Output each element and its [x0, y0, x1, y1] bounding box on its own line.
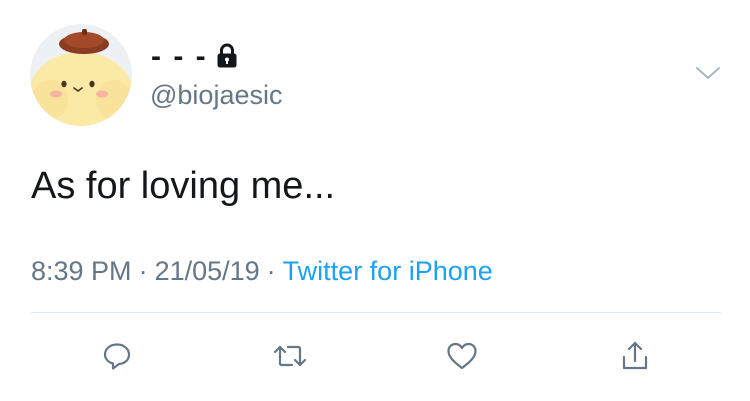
heart-icon	[447, 342, 477, 370]
pompompurin-avatar	[30, 24, 132, 126]
reply-icon	[103, 343, 131, 370]
lock-icon	[216, 43, 238, 74]
action-bar	[0, 330, 750, 380]
meta-separator: ·	[138, 256, 148, 286]
tweet-source-link[interactable]: Twitter for iPhone	[283, 256, 493, 286]
share-icon	[622, 341, 648, 370]
display-name-text: - - -	[151, 40, 208, 73]
meta-separator: ·	[266, 256, 276, 286]
chevron-down-icon[interactable]	[694, 62, 722, 84]
tweet-date: 21/05/19	[154, 256, 260, 286]
divider	[31, 312, 721, 313]
display-name[interactable]: - - -	[151, 40, 238, 74]
share-button[interactable]	[613, 334, 657, 378]
reply-button[interactable]	[95, 334, 139, 378]
avatar[interactable]	[30, 24, 132, 126]
author-handle[interactable]: @biojaesic	[150, 78, 282, 112]
retweet-icon	[273, 345, 307, 367]
tweet-meta: 8:39 PM · 21/05/19 · Twitter for iPhone	[31, 253, 493, 289]
tweet-time: 8:39 PM	[31, 256, 132, 286]
like-button[interactable]	[440, 334, 484, 378]
tweet-text: As for loving me...	[31, 165, 336, 207]
retweet-button[interactable]	[268, 334, 312, 378]
